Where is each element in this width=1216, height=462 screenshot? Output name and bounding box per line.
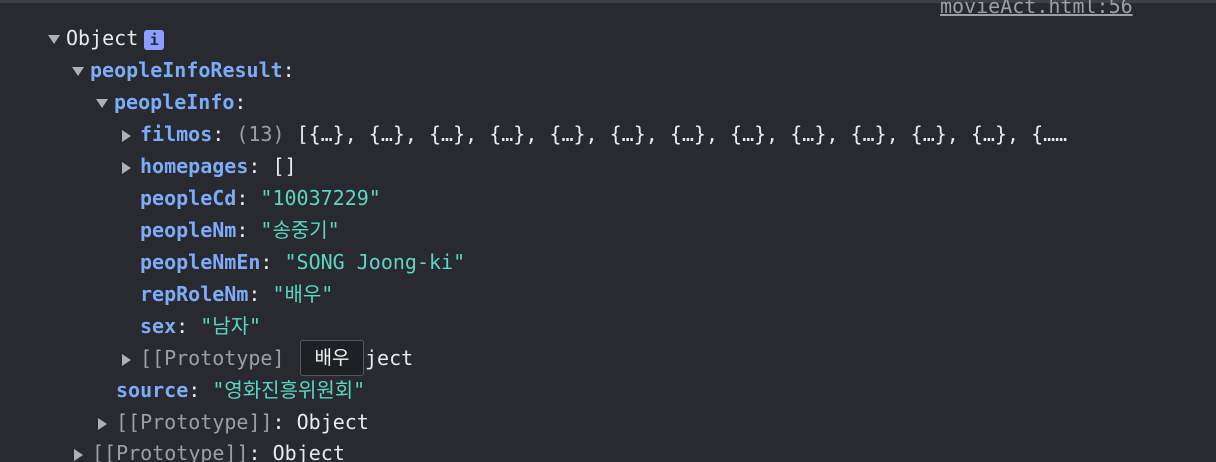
- prototype-value: Object: [272, 441, 345, 462]
- repRoleNm-row: repRoleNm: "배우": [140, 278, 333, 310]
- filmos-row[interactable]: filmos: (13) [{…}, {…}, {…}, {…}, {…}, {…: [122, 118, 1067, 150]
- prototype-key: [[Prototype]]: [92, 441, 249, 462]
- colon: :: [212, 122, 225, 146]
- colon: :: [282, 58, 295, 82]
- root-object-label: Object: [66, 26, 139, 50]
- colon: :: [248, 154, 261, 178]
- expand-arrow-right-icon[interactable]: [122, 353, 131, 366]
- peopleInfo-row[interactable]: peopleInfo:: [96, 86, 246, 118]
- property-key: peopleNm: [140, 218, 237, 242]
- property-key: peopleInfo: [114, 90, 235, 114]
- colon: :: [248, 282, 261, 306]
- property-value: "영화진흥위원회": [212, 378, 366, 402]
- property-key: filmos: [140, 122, 213, 146]
- expand-arrow-right-icon[interactable]: [122, 161, 131, 174]
- prototype-outer-row[interactable]: [[Prototype]]: Object: [74, 437, 345, 462]
- property-value: "배우": [272, 282, 334, 306]
- colon: :: [176, 314, 189, 338]
- expand-arrow-down-icon[interactable]: [48, 35, 60, 44]
- source-row: source: "영화진흥위원회": [116, 374, 365, 406]
- expand-arrow-down-icon[interactable]: [96, 99, 108, 108]
- property-value: []: [272, 154, 297, 178]
- expand-arrow-right-icon[interactable]: [98, 417, 107, 430]
- property-key: repRoleNm: [140, 282, 249, 306]
- property-key: peopleNmEn: [140, 250, 261, 274]
- expand-arrow-down-icon[interactable]: [72, 67, 84, 76]
- array-preview: [{…}, {…}, {…}, {…}, {…}, {…}, {…}, {…},…: [296, 122, 1068, 146]
- property-key: sex: [140, 314, 177, 338]
- peopleNm-row: peopleNm: "송중기": [140, 214, 340, 246]
- property-key: peopleInfoResult: [90, 58, 283, 82]
- expand-arrow-right-icon[interactable]: [74, 448, 83, 461]
- colon: :: [260, 250, 273, 274]
- property-key: source: [116, 378, 189, 402]
- prototype-key: [[Prototype]]: [116, 410, 273, 434]
- property-key: peopleCd: [140, 186, 237, 210]
- prototype-inner-row[interactable]: [[Prototype]: [122, 342, 285, 374]
- property-value: "10037229": [260, 186, 381, 210]
- property-value: "SONG Joong-ki": [284, 250, 466, 274]
- prototype-key: [[Prototype]: [140, 346, 285, 370]
- sex-row: sex: "남자": [140, 310, 261, 342]
- hover-tooltip: 배우: [300, 340, 364, 376]
- colon: :: [236, 218, 249, 242]
- colon: :: [248, 441, 261, 462]
- source-link[interactable]: movieAct.html:56: [940, 0, 1133, 18]
- array-count: (13): [236, 122, 285, 146]
- root-object-row[interactable]: Object i: [48, 22, 165, 54]
- prototype-inner-value: ject: [365, 342, 413, 374]
- expand-arrow-right-icon[interactable]: [122, 129, 131, 142]
- property-key: homepages: [140, 154, 249, 178]
- colon: :: [272, 410, 285, 434]
- peopleCd-row: peopleCd: "10037229": [140, 182, 381, 214]
- peopleNmEn-row: peopleNmEn: "SONG Joong-ki": [140, 246, 465, 278]
- colon: :: [188, 378, 201, 402]
- prototype-mid-row[interactable]: [[Prototype]]: Object: [98, 406, 369, 438]
- colon: :: [234, 90, 247, 114]
- info-icon[interactable]: i: [144, 29, 165, 50]
- colon: :: [236, 186, 249, 210]
- peopleInfoResult-row[interactable]: peopleInfoResult:: [72, 54, 295, 86]
- prototype-value-tail: ject: [365, 346, 414, 370]
- prototype-value: Object: [296, 410, 369, 434]
- property-value: "남자": [200, 314, 262, 338]
- property-value: "송중기": [260, 218, 340, 242]
- homepages-row[interactable]: homepages: []: [122, 150, 297, 182]
